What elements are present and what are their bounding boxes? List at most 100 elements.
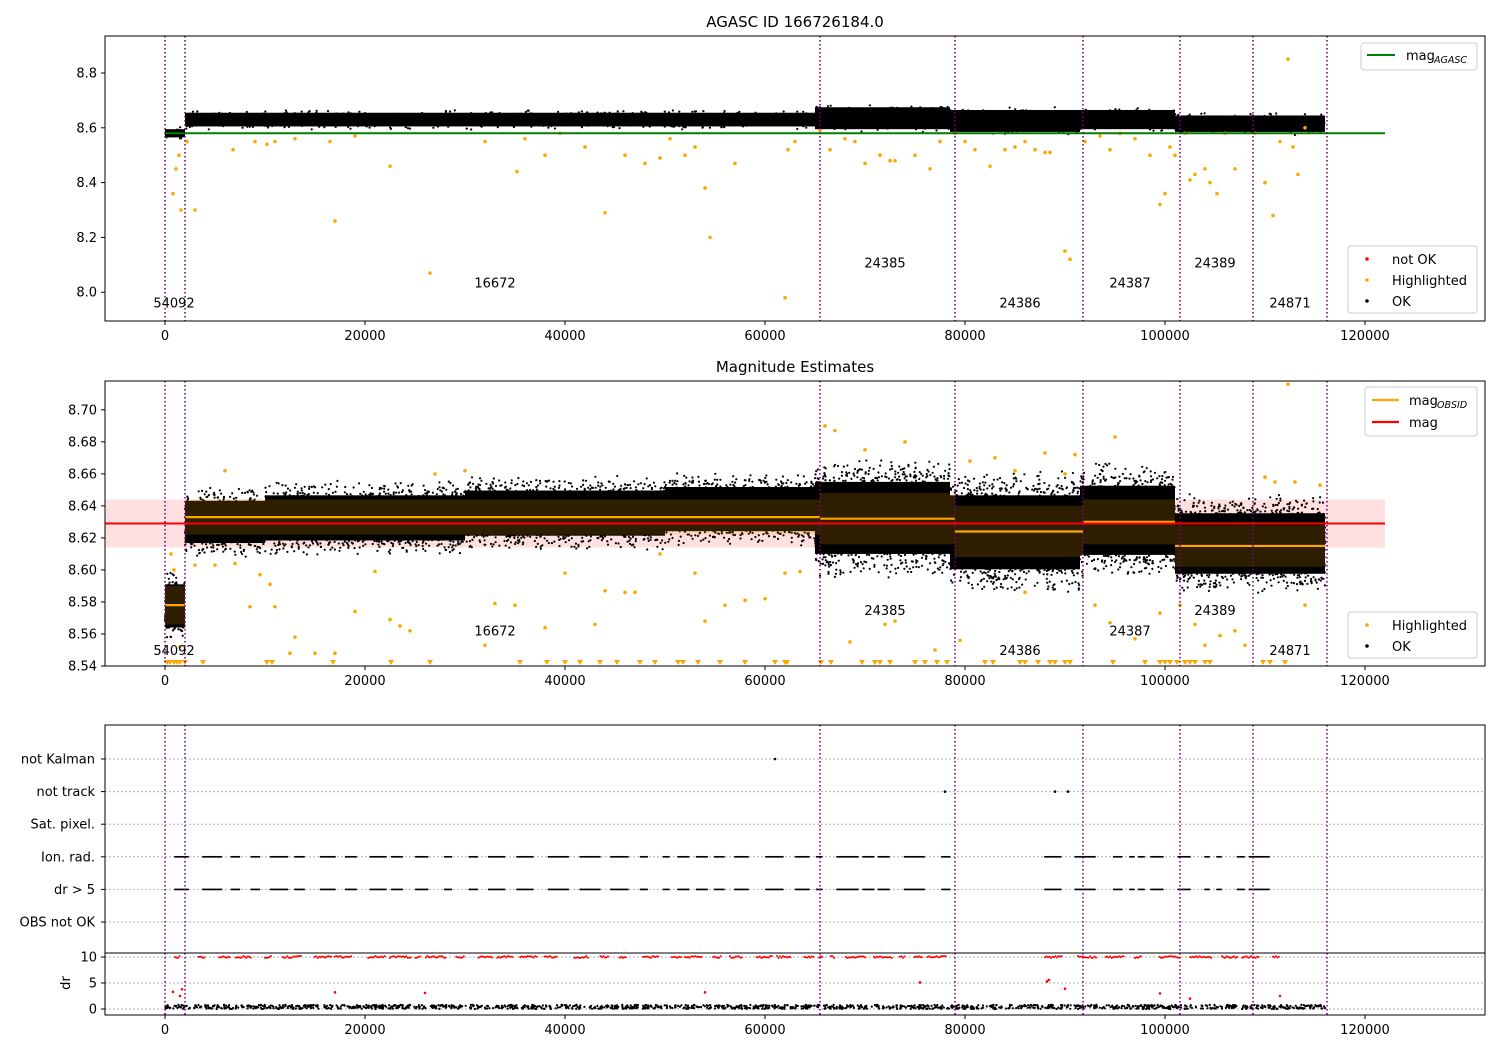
p2-ok-point xyxy=(258,539,261,542)
p2-ok-point xyxy=(442,534,445,538)
p1-ok-point xyxy=(594,116,597,119)
p2-ok-point xyxy=(213,496,216,499)
p2-ok-point xyxy=(407,484,410,487)
p1-ok-point xyxy=(877,126,881,129)
p2-ok-point xyxy=(308,487,311,490)
p1-ok-point xyxy=(933,127,936,130)
p2-ok-point xyxy=(347,544,350,548)
p1-ok-point xyxy=(648,122,651,125)
p1-ok-point xyxy=(304,113,307,116)
p1-ok-point xyxy=(544,116,547,119)
p2-ok-point xyxy=(310,485,313,489)
p1-ok-point xyxy=(742,120,745,123)
figure: AGASC ID 166726184.0 5409216672243852438… xyxy=(0,0,1500,1050)
p1-ok-point xyxy=(292,119,295,122)
p1-ok-point xyxy=(1255,117,1258,120)
p1-ok-point xyxy=(845,117,849,120)
p1-ok-point xyxy=(720,117,723,121)
p1-ok-point xyxy=(1319,119,1322,122)
p2-ok-point xyxy=(391,542,395,546)
highlighted-point xyxy=(973,147,977,152)
p2-ok-point xyxy=(243,491,247,494)
p2-ok-point xyxy=(572,497,575,500)
p1-ok-point xyxy=(622,116,625,119)
legend-label: Highlighted xyxy=(1392,274,1467,289)
p2-ok-point xyxy=(383,543,386,546)
p1-ok-point xyxy=(373,125,376,128)
p2-ok-point xyxy=(277,482,280,485)
p1-ok-point xyxy=(1315,128,1318,131)
p2-ok-point xyxy=(218,489,221,492)
p1-ok-point xyxy=(744,123,747,126)
p2-ok-point xyxy=(614,542,618,545)
p1-ok-point xyxy=(534,123,537,126)
p1-ok-point xyxy=(663,110,666,113)
p1-ok-point xyxy=(679,119,682,122)
p1-ok-point xyxy=(508,113,511,116)
p2-ok-point xyxy=(526,534,529,537)
p1-ok-point xyxy=(433,122,436,125)
p1-ok-point xyxy=(498,112,501,115)
p2-ok-point xyxy=(411,540,414,543)
p1-ok-point xyxy=(1279,125,1282,128)
p1-ok-point xyxy=(814,124,817,127)
p1-ok-point xyxy=(756,118,759,121)
p1-ok-point xyxy=(855,111,858,114)
p1-ok-point xyxy=(473,122,476,126)
p1-ok-point xyxy=(492,117,495,121)
p1-ok-point xyxy=(1212,124,1216,127)
p1-ok-point xyxy=(1013,124,1017,127)
p2-ok-point xyxy=(594,486,597,489)
p1-ok-point xyxy=(1132,110,1136,113)
p1-ok-point xyxy=(430,124,433,127)
p1-ok-point xyxy=(1022,115,1025,118)
p1-ok-point xyxy=(967,111,970,115)
p1-ok-point xyxy=(581,118,584,121)
p2-ok-point xyxy=(642,497,646,500)
highlighted-point xyxy=(583,145,587,149)
p1-ok-point xyxy=(1319,130,1322,133)
p1-ok-point xyxy=(1151,113,1154,117)
p1-ok-point xyxy=(892,109,895,112)
p2-ok-point xyxy=(323,537,327,540)
p1-ok-point xyxy=(1167,118,1170,121)
p1-ok-point xyxy=(1280,119,1283,122)
p1-ok-point xyxy=(553,127,557,130)
p1-ok-point xyxy=(1306,115,1309,119)
p2-ok-point xyxy=(256,536,260,539)
p1-ok-point xyxy=(301,121,304,124)
p1-ok-point xyxy=(1275,116,1278,119)
highlighted-point xyxy=(668,136,672,141)
p2-ok-point xyxy=(562,490,565,493)
p1-ok-point xyxy=(1208,127,1211,130)
p1-ok-point xyxy=(509,120,512,123)
p1-ok-point xyxy=(1189,128,1193,131)
p2-ok-point xyxy=(290,545,293,548)
p1-ok-point xyxy=(1149,128,1152,131)
p2-ok-point xyxy=(286,550,289,554)
p1-ok-point xyxy=(1211,130,1214,133)
p1-ok-point xyxy=(247,123,251,126)
p1-ok-point xyxy=(352,115,355,119)
p1-ok-point xyxy=(409,116,412,119)
p1-ok-point xyxy=(219,117,222,120)
p1-ok-point xyxy=(241,126,244,129)
p1-ok-point xyxy=(937,114,940,117)
p2-ok-point xyxy=(238,534,241,537)
p1-ok-point xyxy=(867,107,871,110)
p1-ok-point xyxy=(668,119,672,122)
p1-ok-point xyxy=(1142,118,1145,121)
p1-ok-point xyxy=(639,115,642,118)
p1-ok-point xyxy=(1233,114,1236,117)
p1-ok-point xyxy=(650,113,653,116)
p2-ok-point xyxy=(351,496,354,499)
p1-ok-point xyxy=(886,119,889,122)
p2-ok-point xyxy=(248,489,251,492)
p1-ok-point xyxy=(579,116,582,119)
p1-ok-point xyxy=(884,122,887,125)
p1-ok-point xyxy=(500,118,503,121)
p1-ok-point xyxy=(851,121,854,124)
p1-ok-point xyxy=(445,113,448,117)
p1-ok-point xyxy=(287,115,290,118)
p2-ok-point xyxy=(282,492,285,495)
